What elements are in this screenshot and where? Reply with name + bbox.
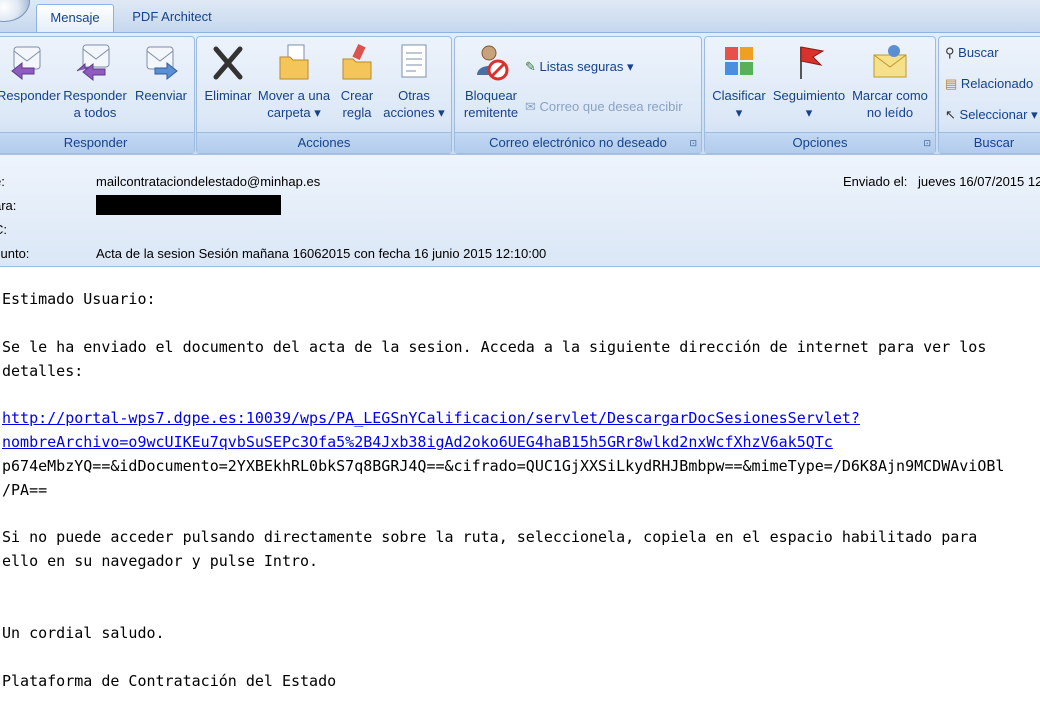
- other-actions-label-2: acciones ▾: [383, 105, 445, 120]
- categorize-dropdown: ▾: [735, 105, 743, 120]
- body-paragraph-2-line-2: ello en su navegador y pulse Intro.: [2, 552, 319, 570]
- safe-lists-icon: ✎: [525, 59, 536, 74]
- move-label-1: Mover a una: [257, 88, 331, 103]
- sent-value: jueves 16/07/2015 12: [918, 174, 1040, 189]
- group-label-opciones: Opciones: [705, 132, 935, 153]
- not-junk-button[interactable]: ✉ Correo que desea recibir: [525, 97, 683, 117]
- office-button[interactable]: [0, 0, 30, 22]
- reply-icon: [8, 41, 48, 83]
- rule-icon: [337, 41, 377, 83]
- follow-up-label: Seguimiento: [772, 88, 846, 103]
- reply-button[interactable]: Responder: [0, 41, 61, 104]
- block-sender-icon: [471, 41, 511, 83]
- reply-all-label-1: Responder: [63, 88, 127, 103]
- related-icon: ▤: [945, 76, 958, 91]
- other-actions-button[interactable]: Otras acciones ▾: [381, 41, 447, 121]
- group-responder: Responder Responder a todos Reenviar Res…: [0, 36, 195, 154]
- sent-label: Enviado el:: [843, 174, 908, 189]
- group-label-buscar: Buscar: [939, 132, 1040, 153]
- other-actions-label-1: Otras: [398, 88, 430, 103]
- safe-lists-button[interactable]: ✎ Listas seguras ▾: [525, 57, 634, 77]
- mark-unread-button[interactable]: Marcar como no leído: [849, 41, 931, 121]
- tab-mensaje[interactable]: Mensaje: [36, 4, 114, 33]
- block-sender-label-1: Bloquear: [464, 88, 518, 103]
- move-to-folder-button[interactable]: Mover a una carpeta ▾: [255, 41, 333, 121]
- forward-icon: [141, 41, 181, 83]
- reply-label: Responder: [0, 88, 61, 103]
- reply-all-label-2: a todos: [73, 105, 117, 120]
- mark-unread-label-2: no leído: [866, 105, 914, 120]
- categorize-icon: [719, 41, 759, 83]
- ribbon: Responder Responder a todos Reenviar Res…: [0, 32, 1040, 155]
- group-label-responder: Responder: [0, 132, 194, 153]
- create-rule-label-2: regla: [342, 105, 372, 120]
- document-link-line-1[interactable]: http://portal-wps7.dgpe.es:10039/wps/PA_…: [2, 408, 860, 428]
- delete-icon: [208, 41, 248, 83]
- move-folder-icon: [274, 41, 314, 83]
- group-junk-email: Bloquear remitente ✎ Listas seguras ▾ ✉ …: [454, 36, 702, 154]
- binoculars-icon: ⚲: [945, 45, 955, 60]
- body-paragraph-1-line-2: detalles:: [2, 362, 84, 380]
- reply-all-button[interactable]: Responder a todos: [61, 41, 129, 121]
- delete-label: Eliminar: [204, 88, 252, 103]
- find-button[interactable]: ⚲ Buscar: [945, 43, 999, 63]
- dialog-launcher-icon[interactable]: ⊡: [689, 138, 697, 149]
- group-label-acciones: Acciones: [197, 132, 451, 153]
- body-paragraph-1-line-1: Se le ha enviado el documento del acta d…: [2, 338, 987, 356]
- flag-icon: [789, 41, 829, 83]
- greeting: Estimado Usuario:: [2, 290, 156, 308]
- dialog-launcher-icon[interactable]: ⊡: [923, 138, 931, 149]
- forward-label: Reenviar: [134, 88, 188, 103]
- outlook-message-window: Mensaje PDF Architect Responder Responde…: [0, 0, 1040, 720]
- cursor-icon: ↖: [945, 107, 956, 122]
- signature: Plataforma de Contratación del Estado: [2, 672, 337, 690]
- not-junk-icon: ✉: [525, 99, 536, 114]
- select-label: Seleccionar ▾: [959, 107, 1038, 122]
- body-paragraph-2-line-1: Si no puede acceder pulsando directament…: [2, 528, 978, 546]
- not-junk-label: Correo que desea recibir: [539, 99, 683, 114]
- block-sender-button[interactable]: Bloquear remitente: [459, 41, 523, 121]
- mark-unread-icon: [870, 41, 910, 83]
- cc-label: C:: [0, 222, 7, 237]
- mark-unread-label-1: Marcar como: [852, 88, 928, 103]
- related-button[interactable]: ▤ Relacionado: [945, 74, 1033, 94]
- group-buscar: ⚲ Buscar ▤ Relacionado ↖ Seleccionar ▾ B…: [938, 36, 1040, 154]
- group-opciones: Clasificar ▾ Seguimiento ▾ Marcar como n…: [704, 36, 936, 154]
- move-label-2: carpeta ▾: [267, 105, 321, 120]
- categorize-button[interactable]: Clasificar ▾: [709, 41, 769, 121]
- from-label: e:: [0, 174, 5, 189]
- safe-lists-label: Listas seguras ▾: [539, 59, 634, 74]
- follow-up-dropdown: ▾: [805, 105, 813, 120]
- reply-all-icon: [75, 41, 115, 83]
- find-label: Buscar: [958, 45, 999, 60]
- categorize-label: Clasificar: [712, 88, 766, 103]
- redacted-recipient: [96, 195, 281, 215]
- create-rule-label-1: Crear: [340, 88, 374, 103]
- message-header: e: mailcontrataciondelestado@minhap.es a…: [0, 154, 1040, 268]
- group-label-junk: Correo electrónico no deseado: [455, 132, 701, 153]
- block-sender-label-2: remitente: [463, 105, 519, 120]
- delete-button[interactable]: Eliminar: [201, 41, 255, 104]
- forward-button[interactable]: Reenviar: [131, 41, 191, 104]
- document-url-line-3: p674eMbzYQ==&idDocumento=2YXBEkhRL0bkS7q…: [2, 457, 1005, 475]
- message-body: Estimado Usuario: Se le ha enviado el do…: [0, 267, 1040, 720]
- subject-value: Acta de la sesion Sesión mañana 16062015…: [96, 246, 547, 261]
- follow-up-button[interactable]: Seguimiento ▾: [769, 41, 849, 121]
- create-rule-button[interactable]: Crear regla: [335, 41, 379, 121]
- ribbon-tab-strip: Mensaje PDF Architect: [0, 0, 1040, 33]
- closing: Un cordial saludo.: [2, 624, 165, 642]
- group-acciones: Eliminar Mover a una carpeta ▾ Crear reg…: [196, 36, 452, 154]
- select-button[interactable]: ↖ Seleccionar ▾: [945, 105, 1038, 125]
- from-value[interactable]: mailcontrataciondelestado@minhap.es: [96, 174, 320, 189]
- to-label: ara:: [0, 198, 17, 213]
- tab-pdf-architect[interactable]: PDF Architect: [122, 4, 222, 32]
- document-link-line-2[interactable]: nombreArchivo=o9wcUIKEu7qvbSuSEPc3Ofa5%2…: [2, 432, 833, 452]
- subject-label: sunto:: [0, 246, 30, 261]
- document-url-line-4: /PA==: [2, 481, 48, 499]
- related-label: Relacionado: [960, 76, 1034, 91]
- other-actions-icon: [394, 41, 434, 83]
